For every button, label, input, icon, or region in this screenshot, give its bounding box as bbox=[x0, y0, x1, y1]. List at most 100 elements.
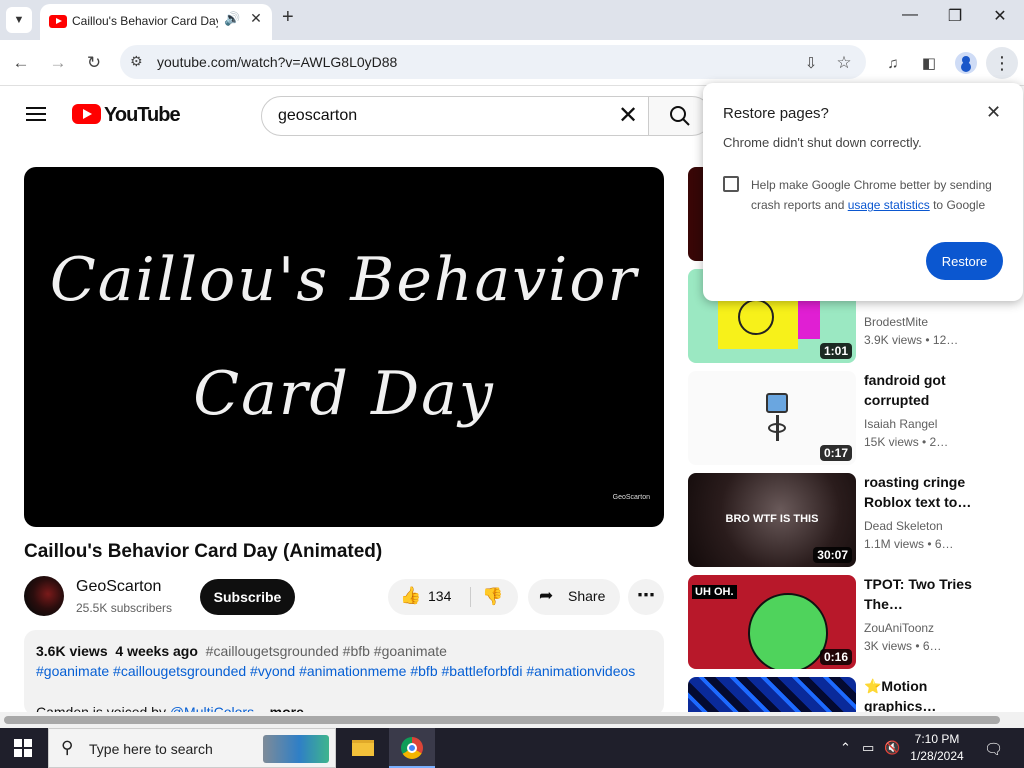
tab-close-icon[interactable]: ✕ bbox=[246, 10, 266, 27]
rec-channel[interactable]: BrodestMite bbox=[864, 315, 974, 329]
folder-shape bbox=[352, 740, 374, 756]
rec-meta: 1.1M views • 6… bbox=[864, 537, 954, 551]
windows-start-icon[interactable] bbox=[14, 739, 32, 757]
media-controls-icon[interactable]: ♫ bbox=[880, 50, 906, 76]
subscribe-button[interactable]: Subscribe bbox=[200, 579, 295, 615]
duration-badge: 0:17 bbox=[819, 445, 852, 461]
notifications-icon[interactable]: 🗨 bbox=[984, 740, 1003, 758]
rec-channel[interactable]: ZouAniToonz bbox=[864, 621, 974, 635]
channel-name[interactable]: GeoScarton bbox=[76, 578, 161, 596]
rec-title[interactable]: TPOT: Two Tries The… bbox=[864, 574, 974, 614]
address-bar[interactable]: ⚙ youtube.com/watch?v=AWLG8L0yD88 bbox=[120, 45, 866, 79]
taskbar-search-input[interactable]: ⚲ Type here to search bbox=[48, 728, 336, 768]
tab-strip: ▼ Caillou's Behavior Card Day 🔊 ✕ + — ❐ … bbox=[0, 0, 1024, 40]
side-panel-icon[interactable]: ◧ bbox=[916, 50, 942, 76]
more-icon: ⋯ bbox=[637, 585, 655, 605]
clock[interactable]: 7:10 PM 1/28/2024 bbox=[906, 731, 968, 765]
youtube-play-icon bbox=[72, 104, 101, 124]
more-actions-button[interactable]: ⋯ bbox=[628, 579, 664, 615]
minimize-button[interactable]: — bbox=[895, 6, 925, 24]
video-title: Caillou's Behavior Card Day (Animated) bbox=[24, 541, 383, 562]
maximize-button[interactable]: ❐ bbox=[940, 6, 970, 26]
crash-report-checkbox[interactable] bbox=[723, 176, 739, 192]
rec-thumbnail-4[interactable]: UH OH. 0:16 bbox=[688, 575, 856, 669]
search-query: geoscarton bbox=[278, 107, 358, 124]
thumbnail-art bbox=[766, 393, 788, 413]
close-window-button[interactable]: ✕ bbox=[985, 6, 1015, 26]
clear-search-icon[interactable]: ✕ bbox=[618, 101, 638, 130]
rec-title[interactable]: ⭐Motion graphics… bbox=[864, 676, 974, 712]
channel-avatar[interactable] bbox=[24, 576, 64, 616]
dislike-icon[interactable]: 👎 bbox=[482, 587, 503, 607]
rec-meta: 15K views • 2… bbox=[864, 435, 949, 449]
thumbnail-art bbox=[768, 423, 786, 433]
rec-channel[interactable]: Dead Skeleton bbox=[864, 519, 974, 533]
chrome-taskbar-icon[interactable] bbox=[389, 728, 435, 768]
view-count: 3.6K views bbox=[36, 643, 108, 659]
usage-statistics-link[interactable]: usage statistics bbox=[848, 198, 930, 212]
rec-title[interactable]: fandroid got corrupted bbox=[864, 370, 974, 410]
search-icon bbox=[670, 106, 690, 126]
forward-button[interactable]: → bbox=[45, 50, 71, 76]
back-button[interactable]: ← bbox=[8, 50, 34, 76]
duration-badge: 1:01 bbox=[819, 343, 852, 359]
checkbox-label: Help make Google Chrome better by sendin… bbox=[751, 175, 1001, 215]
subscriber-count: 25.5K subscribers bbox=[76, 601, 173, 615]
scrollbar-thumb[interactable] bbox=[4, 716, 1000, 724]
upload-age: 4 weeks ago bbox=[115, 643, 198, 659]
description-meta: 3.6K views 4 weeks ago #caillougetsgroun… bbox=[36, 643, 447, 659]
share-label: Share bbox=[568, 588, 606, 604]
thumbnail-art bbox=[748, 593, 828, 669]
thumbnail-caption: BRO WTF IS THIS bbox=[725, 513, 819, 525]
speaker-icon[interactable]: 🔊 bbox=[224, 11, 240, 27]
active-tab[interactable]: Caillou's Behavior Card Day 🔊 ✕ bbox=[40, 4, 272, 40]
player-title-line2: Card Day bbox=[193, 359, 495, 429]
thumbnail-art bbox=[738, 299, 774, 335]
hashtags-top[interactable]: #caillougetsgrounded #bfb #goanimate bbox=[206, 643, 447, 659]
thumbnail-art bbox=[798, 299, 820, 339]
network-icon[interactable]: ▭ bbox=[862, 740, 874, 756]
tab-title: Caillou's Behavior Card Day bbox=[72, 14, 218, 28]
rec-title[interactable]: roasting cringe Roblox text to… bbox=[864, 472, 974, 512]
dialog-close-icon[interactable]: ✕ bbox=[986, 102, 1001, 123]
tab-search-button[interactable]: ▼ bbox=[6, 7, 32, 33]
description-box[interactable]: 3.6K views 4 weeks ago #caillougetsgroun… bbox=[24, 630, 664, 716]
clock-time: 7:10 PM bbox=[914, 732, 960, 746]
search-highlight-image bbox=[263, 735, 329, 763]
rec-meta: 3K views • 6… bbox=[864, 639, 942, 653]
like-count[interactable]: 134 bbox=[428, 588, 451, 604]
duration-badge: 30:07 bbox=[813, 547, 852, 563]
player-title-line1: Caillou's Behavior bbox=[49, 245, 639, 315]
restore-button[interactable]: Restore bbox=[926, 242, 1003, 280]
bookmark-star-icon[interactable]: ☆ bbox=[831, 50, 857, 76]
rec-channel[interactable]: Isaiah Rangel bbox=[864, 417, 974, 431]
profile-icon[interactable] bbox=[955, 52, 977, 74]
horizontal-scrollbar[interactable] bbox=[0, 712, 1024, 728]
chrome-menu-icon[interactable]: ⋮ bbox=[986, 47, 1018, 79]
thumbnail-caption: UH OH. bbox=[692, 585, 737, 599]
rec-thumbnail-3[interactable]: BRO WTF IS THIS 30:07 bbox=[688, 473, 856, 567]
file-explorer-icon[interactable] bbox=[340, 728, 386, 768]
guide-menu-icon[interactable] bbox=[26, 106, 46, 122]
rec-thumbnail-2[interactable]: 0:17 bbox=[688, 371, 856, 465]
new-tab-button[interactable]: + bbox=[282, 6, 294, 29]
browser-toolbar: ← → ↻ ⚙ youtube.com/watch?v=AWLG8L0yD88 … bbox=[0, 40, 1024, 86]
hashtag-links[interactable]: #goanimate #caillougetsgrounded #vyond #… bbox=[36, 663, 635, 679]
like-icon[interactable]: 👍 bbox=[400, 586, 421, 606]
taskbar: ⚲ Type here to search ⌃ ▭ 🔇 7:10 PM 1/28… bbox=[0, 728, 1024, 768]
volume-muted-icon[interactable]: 🔇 bbox=[884, 740, 900, 756]
taskbar-search-placeholder: Type here to search bbox=[89, 741, 213, 757]
dialog-title: Restore pages? bbox=[723, 105, 829, 122]
restore-pages-dialog: Restore pages? ✕ Chrome didn't shut down… bbox=[703, 83, 1023, 301]
video-player[interactable]: Caillou's Behavior Card Day GeoScarton bbox=[24, 167, 664, 527]
player-watermark: GeoScarton bbox=[612, 494, 650, 501]
reload-button[interactable]: ↻ bbox=[81, 50, 107, 76]
chevron-down-icon: ▼ bbox=[13, 14, 25, 26]
rec-thumbnail-5[interactable] bbox=[688, 677, 856, 712]
tray-chevron-icon[interactable]: ⌃ bbox=[840, 740, 851, 756]
site-info-icon[interactable]: ⚙ bbox=[130, 53, 143, 70]
install-app-icon[interactable]: ⇩ bbox=[798, 50, 824, 76]
clock-date: 1/28/2024 bbox=[910, 749, 964, 763]
youtube-logo-text: YouTube bbox=[104, 104, 181, 126]
search-input[interactable]: geoscarton ✕ bbox=[261, 96, 649, 136]
